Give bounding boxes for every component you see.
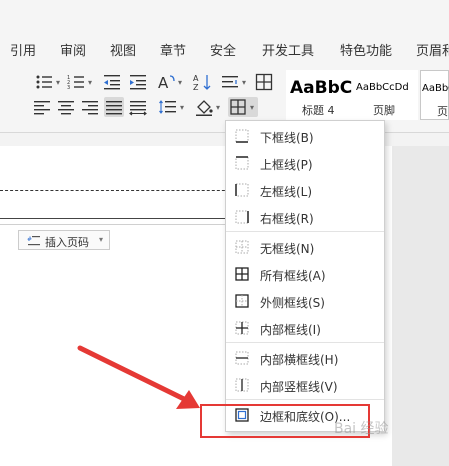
chevron-down-icon[interactable]: ▾ <box>180 103 184 112</box>
menu-item-top-border[interactable]: 上框线(P) <box>226 150 384 176</box>
style-preview: AaBbC <box>290 78 353 98</box>
right-border-icon <box>235 210 249 224</box>
style-heading-4[interactable]: AaBbC 标题 4 <box>286 70 352 120</box>
svg-text:A: A <box>193 74 199 83</box>
increase-indent-icon[interactable] <box>128 72 148 92</box>
tab-section[interactable]: 章节 <box>160 40 186 59</box>
menu-item-label: 下框线(B) <box>260 131 314 145</box>
menu-item-label: 右框线(R) <box>260 212 314 226</box>
styles-gallery: AaBbC 标题 4 AaBbCcDd 页脚 AaBbCc 页 <box>286 70 449 122</box>
menu-item-label: 内部横框线(H) <box>260 353 339 367</box>
style-preview: AaBbCc <box>422 83 449 94</box>
footer-divider <box>0 224 240 225</box>
menu-item-label: 外侧框线(S) <box>260 296 325 310</box>
tab-special[interactable]: 特色功能 <box>340 40 392 59</box>
menu-item-inside-horizontal-border[interactable]: 内部横框线(H) <box>226 345 384 371</box>
shading-icon[interactable] <box>194 97 214 117</box>
all-borders-icon <box>235 267 249 281</box>
tab-review[interactable]: 审阅 <box>60 40 86 59</box>
inside-borders-icon <box>235 321 249 335</box>
paragraph-spacing-icon[interactable] <box>158 97 178 117</box>
style-preview: AaBbCcDd <box>356 82 409 93</box>
chevron-down-icon[interactable]: ▾ <box>216 103 220 112</box>
style-name: 页脚 <box>373 104 395 117</box>
menu-bar: 引用 审阅 视图 章节 安全 开发工具 特色功能 页眉和 <box>0 0 449 64</box>
style-header[interactable]: AaBbCc 页 <box>420 70 449 120</box>
borders-dropdown-menu: 下框线(B) 上框线(P) 左框线(L) 右框线(R) 无框线(N) 所有框线(… <box>225 120 385 432</box>
header-boundary-line <box>0 190 240 191</box>
menu-separator <box>226 342 384 343</box>
insert-page-number-label: 插入页码 <box>45 236 89 249</box>
line-spacing-icon[interactable] <box>220 72 240 92</box>
menu-item-left-border[interactable]: 左框线(L) <box>226 177 384 203</box>
align-right-icon[interactable] <box>80 97 100 117</box>
svg-text:3: 3 <box>67 85 70 91</box>
tab-developer[interactable]: 开发工具 <box>262 40 314 59</box>
inside-vertical-border-icon <box>235 378 249 392</box>
align-center-icon[interactable] <box>56 97 76 117</box>
chevron-down-icon: ▾ <box>99 235 104 244</box>
table-grid-icon[interactable] <box>254 72 274 92</box>
menu-item-label: 内部竖框线(V) <box>260 380 338 394</box>
inside-horizontal-border-icon <box>235 351 249 365</box>
chevron-down-icon[interactable]: ▾ <box>88 78 92 87</box>
menu-item-inside-borders[interactable]: 内部框线(I) <box>226 315 384 341</box>
menu-item-outside-borders[interactable]: 外侧框线(S) <box>226 288 384 314</box>
style-name: 页 <box>437 105 448 118</box>
sort-icon[interactable]: AZ <box>192 72 212 92</box>
bottom-border-icon <box>235 129 249 143</box>
outside-borders-icon <box>235 294 249 308</box>
no-border-icon <box>235 240 249 254</box>
svg-text:#: # <box>27 236 32 243</box>
menu-item-right-border[interactable]: 右框线(R) <box>226 204 384 230</box>
menu-item-bottom-border[interactable]: 下框线(B) <box>226 123 384 149</box>
bullet-list-icon[interactable] <box>34 72 54 92</box>
menu-item-no-border[interactable]: 无框线(N) <box>226 234 384 260</box>
insert-page-number-button[interactable]: # 插入页码 ▾ <box>18 230 110 250</box>
style-footer[interactable]: AaBbCcDd 页脚 <box>352 70 418 120</box>
tab-header-footer[interactable]: 页眉和 <box>416 40 449 59</box>
chevron-down-icon[interactable]: ▾ <box>178 78 182 87</box>
menu-item-label: 无框线(N) <box>260 242 315 256</box>
tab-references[interactable]: 引用 <box>10 40 36 59</box>
distribute-icon[interactable] <box>128 97 148 117</box>
svg-text:A: A <box>158 74 169 92</box>
menu-item-label: 所有框线(A) <box>260 269 326 283</box>
chevron-down-icon[interactable]: ▾ <box>242 78 246 87</box>
menu-separator <box>226 399 384 400</box>
watermark: Bai 经验 <box>334 421 389 437</box>
menu-item-inside-vertical-border[interactable]: 内部竖框线(V) <box>226 372 384 398</box>
style-name: 标题 4 <box>302 104 335 117</box>
menu-item-label: 内部框线(I) <box>260 323 321 337</box>
document-background <box>392 146 449 466</box>
align-left-icon[interactable] <box>32 97 52 117</box>
menu-item-all-borders[interactable]: 所有框线(A) <box>226 261 384 287</box>
left-border-icon <box>235 183 249 197</box>
decrease-indent-icon[interactable] <box>102 72 122 92</box>
footer-border-line <box>0 218 240 219</box>
menu-separator <box>226 231 384 232</box>
numbered-list-icon[interactable]: 123 <box>66 72 86 92</box>
chevron-down-icon[interactable]: ▾ <box>56 78 60 87</box>
tab-security[interactable]: 安全 <box>210 40 236 59</box>
top-border-icon <box>235 156 249 170</box>
text-direction-icon[interactable]: A <box>156 72 176 92</box>
menu-item-label: 上框线(P) <box>260 158 313 172</box>
svg-text:Z: Z <box>193 83 199 92</box>
chevron-down-icon[interactable]: ▾ <box>250 103 254 112</box>
justify-icon[interactable] <box>104 97 124 117</box>
page-number-icon: # <box>27 234 41 248</box>
tab-view[interactable]: 视图 <box>110 40 136 59</box>
menu-item-label: 左框线(L) <box>260 185 313 199</box>
